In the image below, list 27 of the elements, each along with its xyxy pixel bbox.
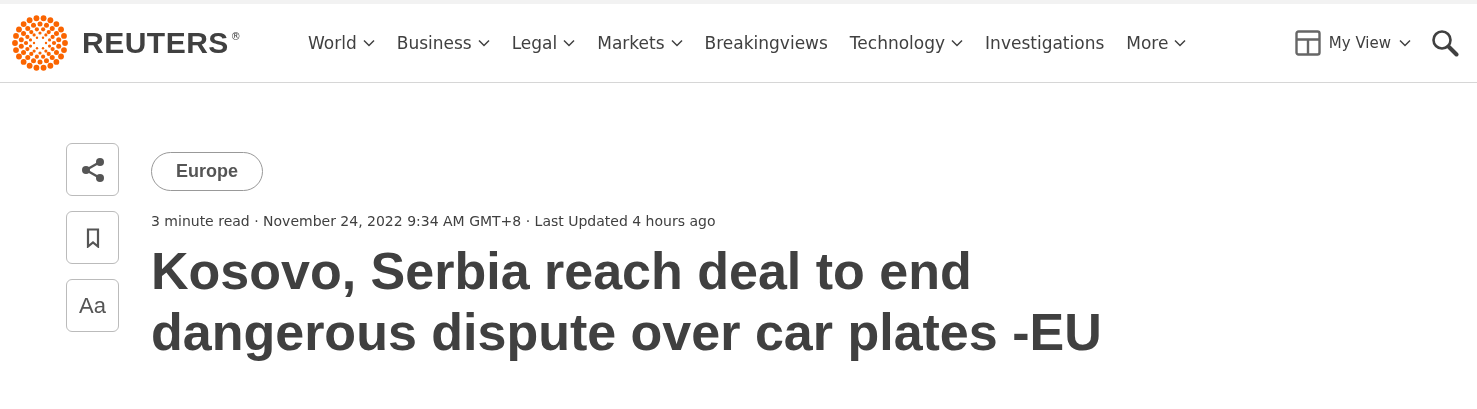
caret-icon bbox=[563, 39, 576, 47]
registered-mark: ® bbox=[230, 31, 241, 42]
nav-link[interactable]: Investigations bbox=[985, 33, 1105, 53]
nav-link[interactable]: Breakingviews bbox=[704, 33, 828, 53]
nav-link[interactable]: More bbox=[1126, 33, 1187, 53]
layout-icon bbox=[1294, 30, 1321, 56]
reuters-logo-icon[interactable] bbox=[10, 13, 70, 73]
nav-link[interactable]: Legal bbox=[511, 33, 576, 53]
nav-link[interactable]: Business bbox=[396, 33, 490, 53]
text-size-button[interactable]: Aa bbox=[66, 279, 119, 332]
bookmark-button[interactable] bbox=[66, 211, 119, 264]
article-meta: 3 minute read · November 24, 2022 9:34 AM GMT+8 · Last Updated 4 hours ago bbox=[151, 213, 717, 229]
headline: Kosovo, Serbia reach deal to end dangerous dispute over car plates -EU bbox=[151, 241, 1103, 363]
caret-icon bbox=[670, 39, 683, 47]
caret-icon bbox=[362, 39, 375, 47]
nav-link[interactable]: Technology bbox=[849, 33, 964, 53]
caret-icon bbox=[477, 39, 490, 47]
nav-link[interactable]: Markets bbox=[597, 33, 683, 53]
bookmark-icon bbox=[85, 227, 100, 248]
my-view-button[interactable]: My View bbox=[1294, 30, 1411, 56]
caret-icon bbox=[1399, 39, 1411, 47]
caret-icon bbox=[1174, 39, 1187, 47]
nav-link[interactable]: World bbox=[308, 33, 375, 53]
caret-icon bbox=[951, 39, 964, 47]
search-icon[interactable] bbox=[1431, 29, 1459, 57]
reuters-wordmark[interactable]: REUTERS bbox=[82, 26, 229, 60]
share-button[interactable] bbox=[66, 143, 119, 196]
